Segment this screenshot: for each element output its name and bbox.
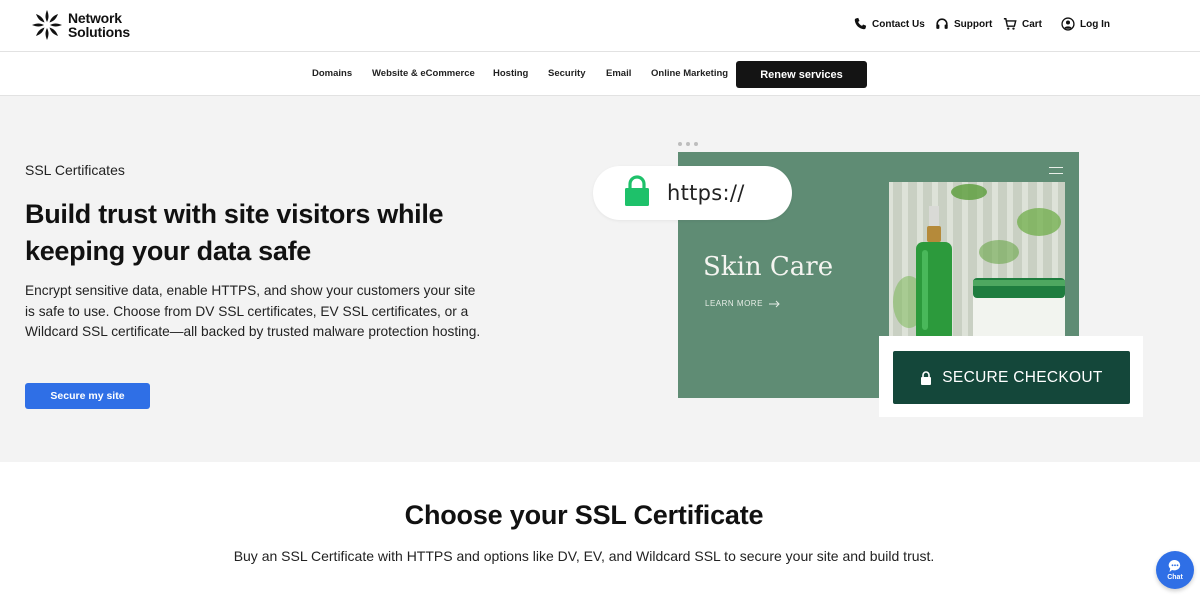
secure-checkout-button: SECURE CHECKOUT (893, 351, 1130, 404)
support-label: Support (954, 18, 993, 30)
contact-us-label: Contact Us (872, 18, 925, 30)
section-subtitle: Buy an SSL Certificate with HTTPS and op… (233, 548, 935, 564)
network-solutions-logo-icon (32, 10, 62, 40)
mockup-learn-more: LEARN MORE (705, 299, 780, 308)
secure-checkout-card: SECURE CHECKOUT (879, 336, 1143, 417)
nav-item-online-marketing[interactable]: Online Marketing (651, 68, 728, 79)
hero-description: Encrypt sensitive data, enable HTTPS, an… (25, 283, 481, 339)
lock-icon (921, 370, 932, 385)
nav-item-security[interactable]: Security (548, 68, 586, 79)
contact-us-link[interactable]: Contact Us (853, 17, 925, 31)
cart-link[interactable]: Cart (1003, 17, 1042, 31)
arrow-right-icon (768, 300, 780, 307)
login-label: Log In (1080, 18, 1110, 30)
https-address-bar: https:// (593, 166, 792, 220)
phone-icon (854, 17, 867, 30)
nav-item-email[interactable]: Email (606, 68, 631, 79)
nav-item-domains[interactable]: Domains (312, 68, 352, 79)
user-icon (1061, 17, 1075, 31)
secure-my-site-button[interactable]: Secure my site (25, 383, 150, 409)
cart-label: Cart (1022, 18, 1043, 30)
secure-checkout-label: SECURE CHECKOUT (942, 368, 1103, 386)
support-link[interactable]: Support (935, 17, 992, 31)
mockup-site-title: Skin Care (703, 252, 834, 282)
chat-label: Chat (1167, 574, 1183, 581)
learn-more-label: LEARN MORE (705, 299, 763, 308)
brand-line-2: Solutions (68, 24, 130, 40)
hamburger-menu-icon (1049, 167, 1063, 179)
hero-eyebrow: SSL Certificates (25, 162, 125, 178)
top-header: Network Solutions Contact Us Support Car… (0, 0, 1200, 52)
hero-section: SSL Certificates Build trust with site v… (0, 96, 1200, 462)
chat-button[interactable]: Chat (1156, 551, 1194, 589)
section-title: Choose your SSL Certificate (404, 500, 764, 530)
headset-icon (936, 18, 948, 29)
nav-item-website-ecommerce[interactable]: Website & eCommerce (372, 68, 475, 79)
browser-dots (678, 142, 698, 146)
renew-services-button[interactable]: Renew services (736, 61, 867, 88)
brand-line-1: Network (68, 10, 122, 26)
chat-bubble-icon (1168, 559, 1181, 572)
hero-title: Build trust with site visitors while kee… (25, 199, 444, 266)
nav-item-hosting[interactable]: Hosting (493, 68, 528, 79)
serum-bottle-image (889, 182, 1065, 342)
cart-icon (1003, 18, 1017, 30)
padlock-icon (624, 174, 650, 212)
main-nav: Domains Website & eCommerce Hosting Secu… (0, 52, 1200, 96)
login-link[interactable]: Log In (1061, 17, 1110, 31)
brand-logo[interactable]: Network Solutions (30, 8, 130, 42)
brand-wordmark: Network Solutions (68, 11, 130, 39)
https-url-text: https:// (667, 181, 745, 205)
